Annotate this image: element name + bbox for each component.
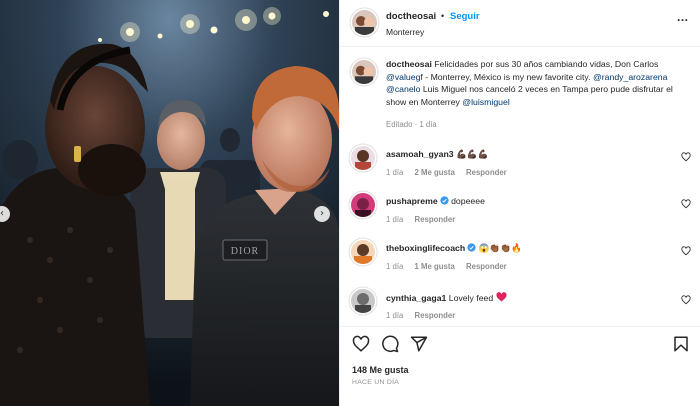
caption-username[interactable]: doctheosai [386,59,432,69]
comment-username[interactable]: asamoah_gyan3 [386,149,454,159]
comment-item: theboxinglifecoach 😱👏🏾👏🏾🔥 1 día 1 Me gus… [340,240,700,280]
caption-part: Luis Miguel nos canceló 2 veces en Tampa… [386,84,673,107]
author-username[interactable]: doctheosai [386,11,436,22]
comment-avatar[interactable] [351,240,375,264]
post-image: DIOR [0,0,339,406]
mention-link[interactable]: @luismiguel [462,97,509,107]
comment-avatar[interactable] [351,289,375,313]
comment-meta: 1 día 2 Me gusta Responder [386,168,516,177]
post-actions: 148 Me gusta HACE UN DÍA [340,326,700,406]
post-photo[interactable]: DIOR ‹ › [0,0,339,406]
verified-badge-icon [440,196,449,205]
mention-link[interactable]: @valuegf [386,72,423,82]
post-header: doctheosai • Seguir Monterrey ... [340,0,700,47]
mention-link[interactable]: @randy_arozarena [593,72,668,82]
heart-icon[interactable] [681,295,691,305]
comment-line: cynthia_gaga1 Lovely feed [386,292,507,303]
comment-icon[interactable] [381,335,399,353]
comment-text: 😱👏🏾👏🏾🔥 [478,243,522,253]
comment-username[interactable]: pushapreme [386,196,438,206]
comment-time[interactable]: 1 día [386,168,403,177]
heart-icon[interactable] [681,246,691,256]
caption-part: - Monterrey, México is my new favorite c… [422,71,593,82]
comment-item: asamoah_gyan3 💪🏿💪🏿💪🏿 1 día 2 Me gusta Re… [340,146,700,186]
edited-label: Editado [386,120,413,129]
comment-line: theboxinglifecoach 😱👏🏾👏🏾🔥 [386,243,522,254]
heart-icon[interactable] [681,199,691,209]
comment-meta: 1 día Responder [386,311,464,320]
comment-likes[interactable]: 1 Me gusta [415,262,455,271]
comment-line: pushapreme dopeeee [386,196,485,206]
post-sidebar: doctheosai • Seguir Monterrey ... docthe… [339,0,700,406]
comment-username[interactable]: cynthia_gaga1 [386,293,446,303]
comment-time[interactable]: 1 día [386,262,403,271]
comment-username[interactable]: theboxinglifecoach [386,243,465,253]
comment-time[interactable]: 1 día [386,215,403,224]
comment-meta: 1 día Responder [386,215,464,224]
comment-line: asamoah_gyan3 💪🏿💪🏿💪🏿 [386,149,488,160]
follow-button[interactable]: Seguir [450,11,480,22]
caption-meta: Editado · 1 día [386,120,437,129]
heart-icon[interactable] [352,335,370,353]
reply-button[interactable]: Responder [415,215,456,224]
comment-avatar[interactable] [351,193,375,217]
bookmark-icon[interactable] [672,335,690,353]
reply-button[interactable]: Responder [466,262,507,271]
comment-meta: 1 día 1 Me gusta Responder [386,262,516,271]
more-options-icon[interactable]: ... [677,10,689,24]
comment-text: Lovely feed [448,293,494,303]
comment-item: cynthia_gaga1 Lovely feed 1 día Responde… [340,289,700,329]
heart-icon[interactable] [681,152,691,162]
post-timestamp[interactable]: HACE UN DÍA [352,379,399,386]
comment-text: dopeeee [451,196,485,206]
verified-badge-icon [467,243,476,252]
reply-button[interactable]: Responder [466,168,507,177]
comment-likes[interactable]: 2 Me gusta [415,168,455,177]
comment-time[interactable]: 1 día [386,311,403,320]
comment-item: pushapreme dopeeee 1 día Responder [340,193,700,233]
share-icon[interactable] [410,335,428,353]
caption-avatar[interactable] [352,60,376,84]
post-location[interactable]: Monterrey [386,27,424,37]
reply-button[interactable]: Responder [415,311,456,320]
comment-avatar[interactable] [351,146,375,170]
author-avatar[interactable] [352,10,377,35]
like-count[interactable]: 148 Me gusta [352,365,409,375]
red-heart-emoji-icon [496,292,507,302]
mention-link[interactable]: @canelo [386,84,420,94]
separator-dot: • [441,11,445,21]
edited-time[interactable]: 1 día [419,120,436,129]
svg-text:DIOR: DIOR [231,246,259,257]
chevron-right-icon[interactable]: › [314,206,330,222]
caption-text: doctheosai Felicidades por sus 30 años c… [386,58,686,108]
comment-text: 💪🏿💪🏿💪🏿 [456,149,489,159]
caption-part: Felicidades por sus 30 años cambiando vi… [434,59,659,69]
